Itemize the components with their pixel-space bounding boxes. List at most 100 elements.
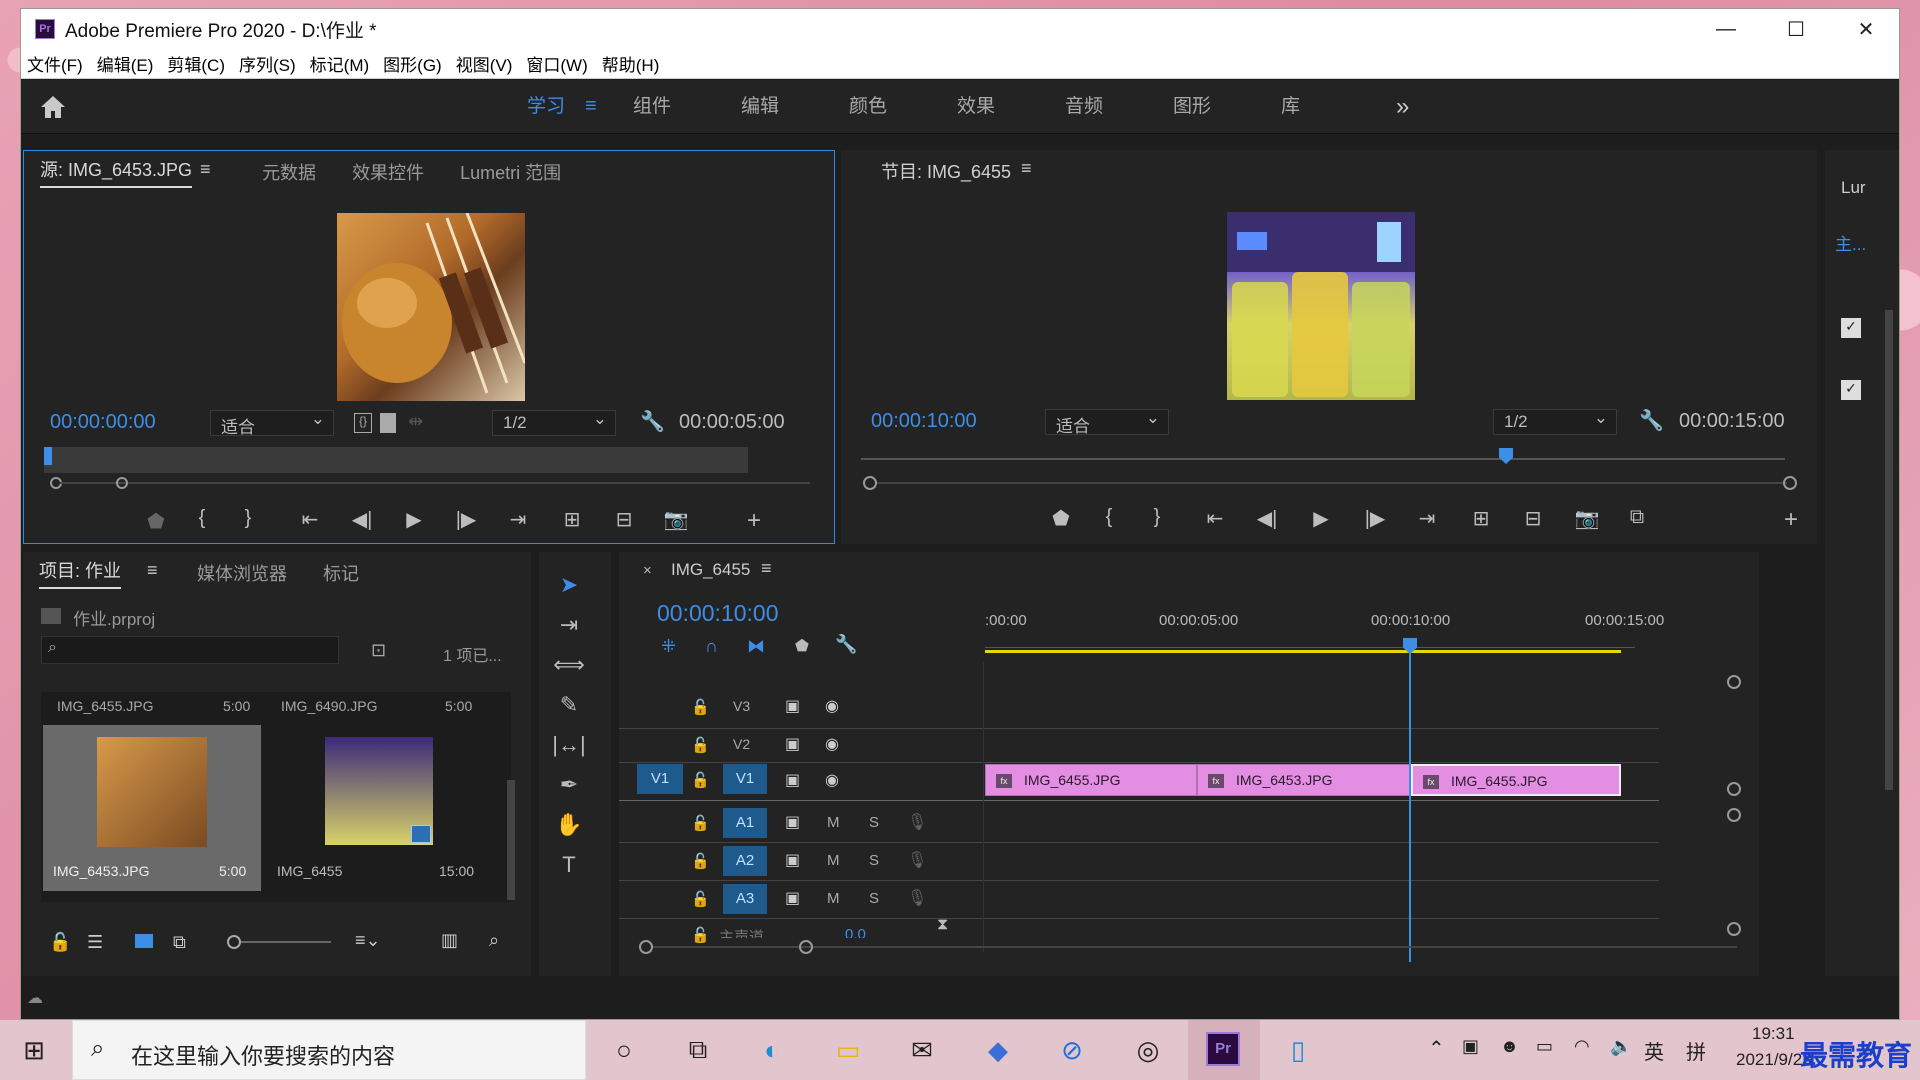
- find-icon[interactable]: ⌕: [489, 930, 499, 951]
- program-go-to-in-icon[interactable]: ⇤: [1201, 506, 1229, 531]
- workspace-tab-effects[interactable]: 效果: [957, 80, 995, 134]
- project-panel-menu-icon[interactable]: ≡: [147, 560, 158, 581]
- menu-window[interactable]: 窗口(W): [526, 51, 587, 76]
- thumbnail-size-slider[interactable]: [227, 935, 241, 949]
- program-step-forward-icon[interactable]: |▶: [1361, 506, 1389, 531]
- workspace-menu-icon[interactable]: ≡: [585, 95, 597, 118]
- timeline-zoom-handle-right[interactable]: [799, 940, 813, 954]
- timeline-zoom-handle-left[interactable]: [639, 940, 653, 954]
- menu-file[interactable]: 文件(F): [27, 51, 83, 76]
- timeline-settings-wrench-icon[interactable]: 🔧: [835, 634, 857, 655]
- mute-button[interactable]: M: [827, 814, 840, 831]
- track-sync-icon[interactable]: ▣: [785, 850, 800, 870]
- file-explorer-icon[interactable]: ▭: [826, 1028, 870, 1072]
- ime-language[interactable]: 英: [1644, 1036, 1664, 1065]
- track-eye-icon[interactable]: ◉: [825, 770, 839, 790]
- tab-media-browser[interactable]: 媒体浏览器: [197, 560, 287, 586]
- home-icon[interactable]: [39, 94, 67, 120]
- lumetri-scrollbar[interactable]: [1885, 310, 1893, 790]
- work-area-bar[interactable]: [985, 650, 1621, 653]
- volume-icon[interactable]: 🔈: [1610, 1036, 1632, 1057]
- track-lock-icon[interactable]: 🔓: [691, 698, 710, 716]
- workspace-overflow-icon[interactable]: »: [1396, 80, 1409, 134]
- voiceover-mic-icon[interactable]: 🎙: [907, 850, 927, 870]
- track-sync-icon[interactable]: ▣: [785, 888, 800, 908]
- track-sync-icon[interactable]: ▣: [785, 734, 800, 754]
- menu-help[interactable]: 帮助(H): [602, 51, 660, 76]
- timeline-panel-menu-icon[interactable]: ≡: [761, 558, 772, 579]
- program-resolution-select[interactable]: 1/2: [1493, 408, 1617, 435]
- slip-tool-icon[interactable]: |↔|: [539, 732, 599, 766]
- track-sync-icon[interactable]: ▣: [785, 770, 800, 790]
- timeline-clip[interactable]: fx IMG_6455.JPG: [985, 764, 1197, 796]
- master-volume-value[interactable]: 0.0: [845, 926, 866, 938]
- timeline-clip[interactable]: fx IMG_6455.JPG: [1411, 764, 1621, 796]
- workspace-tab-color[interactable]: 颜色: [849, 80, 887, 134]
- timeline-playhead-line[interactable]: [1409, 652, 1411, 962]
- automate-to-sequence-icon[interactable]: ▥: [441, 930, 458, 951]
- program-add-button-icon[interactable]: +: [1777, 506, 1805, 534]
- close-button[interactable]: ✕: [1831, 9, 1901, 49]
- tab-sequence[interactable]: IMG_6455: [671, 560, 750, 580]
- program-playhead[interactable]: [1499, 448, 1513, 464]
- program-go-to-out-icon[interactable]: ⇥: [1413, 506, 1441, 531]
- source-insert-button-icon[interactable]: ⊞: [558, 507, 586, 532]
- program-settings-wrench-icon[interactable]: 🔧: [1639, 408, 1664, 433]
- video-track-scroll-handle[interactable]: [1727, 782, 1741, 796]
- source-step-forward-icon[interactable]: |▶: [452, 507, 480, 532]
- track-lock-icon[interactable]: 🔓: [691, 852, 710, 870]
- track-sync-icon[interactable]: ▣: [785, 696, 800, 716]
- timeline-zoom-fit-icon[interactable]: ⧗: [937, 916, 948, 934]
- track-lock-icon[interactable]: 🔓: [691, 890, 710, 908]
- track-lock-icon[interactable]: 🔓: [691, 736, 710, 754]
- source-drag-audio-icon[interactable]: [380, 413, 396, 433]
- maximize-button[interactable]: ☐: [1761, 9, 1831, 49]
- tab-metadata[interactable]: 元数据: [262, 159, 316, 185]
- source-insert-icon[interactable]: ⇹: [408, 411, 423, 432]
- program-zoom-handle-right[interactable]: [1783, 476, 1797, 490]
- video-track-scroll-handle[interactable]: [1727, 675, 1741, 689]
- source-resolution-select[interactable]: 1/2: [492, 409, 616, 436]
- timeline-clip[interactable]: fx IMG_6453.JPG: [1197, 764, 1411, 796]
- list-view-icon[interactable]: ☰: [87, 932, 103, 953]
- source-settings-wrench-icon[interactable]: 🔧: [640, 409, 665, 434]
- program-extract-icon[interactable]: ⊟: [1519, 506, 1547, 531]
- lumetri-tab[interactable]: Lur: [1841, 178, 1866, 198]
- source-time-ruler[interactable]: [44, 447, 748, 473]
- tab-program[interactable]: 节目: IMG_6455: [881, 158, 1011, 184]
- program-time-ruler[interactable]: [861, 458, 1785, 460]
- minimize-button[interactable]: —: [1691, 9, 1761, 49]
- program-comparison-view-icon[interactable]: ⧉: [1623, 506, 1651, 529]
- tab-effect-controls[interactable]: 效果控件: [352, 159, 424, 185]
- lumetri-checkbox-2[interactable]: ✓: [1841, 380, 1861, 400]
- type-tool-icon[interactable]: T: [539, 852, 599, 886]
- mute-button[interactable]: M: [827, 852, 840, 869]
- source-current-timecode[interactable]: 00:00:00:00: [50, 411, 156, 434]
- voiceover-mic-icon[interactable]: 🎙: [907, 812, 927, 832]
- tray-arrow-icon[interactable]: ⌃: [1428, 1036, 1445, 1061]
- tab-source[interactable]: 源: IMG_6453.JPG: [40, 156, 193, 188]
- source-step-back-icon[interactable]: ◀|: [348, 507, 376, 532]
- solo-button[interactable]: S: [869, 890, 879, 907]
- timeline-current-timecode[interactable]: 00:00:10:00: [657, 600, 779, 627]
- track-lock-icon[interactable]: 🔓: [691, 771, 710, 789]
- track-lock-icon[interactable]: 🔓: [691, 814, 710, 832]
- audio-track-scroll-handle[interactable]: [1727, 808, 1741, 822]
- taskbar-search-input[interactable]: ⌕ 在这里输入你要搜索的内容: [72, 1020, 586, 1080]
- ime-mode[interactable]: 拼: [1686, 1036, 1706, 1065]
- source-drag-video-icon[interactable]: {}: [354, 413, 372, 433]
- tab-markers[interactable]: 标记: [323, 560, 359, 586]
- audio-track-scroll-handle[interactable]: [1727, 922, 1741, 936]
- razor-tool-icon[interactable]: ✎: [539, 692, 599, 726]
- workspace-tab-audio[interactable]: 音频: [1065, 80, 1103, 134]
- track-sync-icon[interactable]: ▣: [785, 812, 800, 832]
- source-playhead[interactable]: [44, 447, 52, 465]
- source-zoom-handle-right[interactable]: [116, 477, 128, 489]
- tab-project[interactable]: 项目: 作业: [39, 557, 122, 589]
- nest-toggle-icon[interactable]: ⁜: [661, 636, 676, 657]
- source-export-frame-icon[interactable]: 📷: [662, 507, 690, 532]
- project-search-input[interactable]: ⌕: [41, 636, 339, 664]
- windows-start-icon[interactable]: ⊞: [12, 1028, 56, 1072]
- menu-markers[interactable]: 标记(M): [310, 51, 369, 76]
- source-mark-in-icon[interactable]: {: [188, 507, 216, 530]
